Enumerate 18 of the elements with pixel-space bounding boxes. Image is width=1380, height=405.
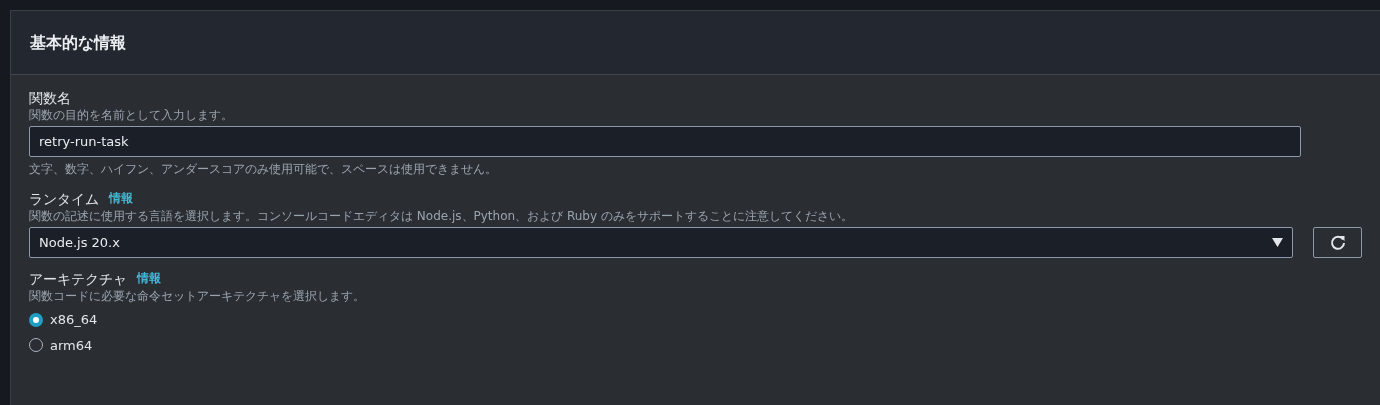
radio-option[interactable]: x86_64: [29, 310, 1362, 330]
runtime-select[interactable]: Node.js 20.x: [29, 227, 1294, 258]
field-label: ランタイム: [29, 190, 99, 208]
field-description: 関数の記述に使用する言語を選択します。コンソールコードエディタは Node.js、Python、および Ruby のみをサポートすることに注意してください。: [29, 208, 854, 224]
field-description: 関数の目的を名前として入力します。: [29, 107, 234, 123]
field-label: 関数名: [29, 89, 71, 107]
field-description: 関数コードに必要な命令セットアーキテクチャを選択します。: [29, 288, 366, 304]
radio-button[interactable]: [29, 312, 43, 327]
refresh-icon: [1328, 233, 1347, 252]
radio-option[interactable]: arm64: [29, 335, 1362, 355]
refresh-button[interactable]: [1313, 227, 1362, 258]
info-link[interactable]: 情報: [137, 270, 161, 288]
info-link[interactable]: 情報: [109, 190, 133, 208]
caret-icon: [1272, 238, 1284, 247]
field-label: アーキテクチャ: [29, 270, 127, 288]
input-field[interactable]: retry-run-task: [29, 126, 1301, 157]
panel-title: 基本的な情報: [30, 33, 126, 52]
field-hint: 文字、数字、ハイフン、アンダースコアのみ使用可能で、スペースは使用できません。: [29, 161, 498, 178]
